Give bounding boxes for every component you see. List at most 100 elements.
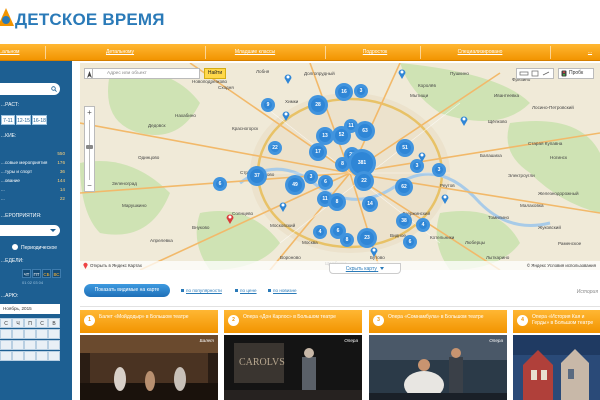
map-cluster[interactable]: 16: [335, 83, 353, 101]
map-cluster[interactable]: 9: [261, 98, 275, 112]
weekday-cell[interactable]: ЧТ: [22, 269, 31, 278]
sidebar-search-input[interactable]: [0, 83, 60, 95]
map-cluster[interactable]: 14: [362, 196, 378, 212]
nav-item-6[interactable]: ...: [578, 44, 600, 61]
map-cluster[interactable]: 8: [340, 233, 354, 247]
map-cluster[interactable]: 6: [318, 175, 333, 190]
category-item[interactable]: ...совые мероприятия 176: [1, 160, 67, 167]
event-type-select[interactable]: [0, 225, 60, 236]
map-cluster[interactable]: 11: [344, 119, 358, 133]
calendar-day[interactable]: [48, 329, 60, 339]
map-cluster[interactable]: 4: [416, 218, 430, 232]
map-cluster[interactable]: 8: [328, 193, 346, 211]
map-search-input[interactable]: Адрес или объект: [92, 68, 200, 79]
category-item[interactable]: ...туры и спорт 36: [1, 169, 67, 176]
map-cluster[interactable]: 49: [285, 175, 305, 195]
map-pin-icon[interactable]: [460, 115, 468, 126]
calendar-day[interactable]: [24, 329, 36, 339]
sort-by-popularity-link[interactable]: по популярности: [181, 288, 222, 293]
map-search-button[interactable]: Найти: [204, 68, 226, 79]
map-cluster[interactable]: 3: [354, 84, 368, 98]
nav-item-2[interactable]: Детальному: [90, 44, 150, 61]
sort-by-newest-link[interactable]: по новизне: [268, 288, 297, 293]
category-item[interactable]: ...ование 144: [1, 178, 67, 185]
calendar-day[interactable]: [24, 351, 36, 361]
calendar-day[interactable]: [0, 351, 12, 361]
calendar-day[interactable]: [0, 329, 12, 339]
events-map[interactable]: Долгопрудный Химки Мытищи Королёв Лобня …: [80, 63, 600, 270]
calendar-day[interactable]: [12, 351, 24, 361]
nav-item-5[interactable]: Специализировано: [450, 44, 510, 61]
event-card-title[interactable]: Опера «Сомнамбула» в Большом театре: [369, 310, 507, 333]
map-pin-icon[interactable]: [398, 68, 406, 79]
calendar-day[interactable]: [36, 329, 48, 339]
age-option-7-11[interactable]: 7-11: [1, 115, 15, 125]
map-cluster[interactable]: 22: [268, 141, 282, 155]
event-card-title[interactable]: Опера «Дон Карлос» в Большом театре: [224, 310, 362, 333]
category-item[interactable]: 550: [1, 151, 67, 158]
map-pin-icon[interactable]: [282, 110, 290, 121]
map-cluster[interactable]: 38: [396, 213, 412, 229]
map-pin-icon[interactable]: [441, 193, 449, 204]
map-cluster[interactable]: 6: [403, 235, 417, 249]
weekday-cell[interactable]: ПТ: [32, 269, 41, 278]
map-cluster[interactable]: 6: [213, 177, 227, 191]
map-cluster[interactable]: 4: [313, 225, 327, 239]
map-cluster[interactable]: 23: [357, 228, 377, 248]
show-visible-on-map-button[interactable]: Показать видимые на карте: [84, 284, 170, 297]
calendar-day[interactable]: [0, 340, 12, 350]
collapse-map-button[interactable]: Скрыть карту: [329, 263, 401, 274]
nav-item-3[interactable]: Младшие классы: [225, 44, 285, 61]
map-cluster[interactable]: 28: [308, 95, 328, 115]
map-pin-icon[interactable]: [418, 151, 426, 162]
event-card[interactable]: Опера «Сомнамбула» в Большом театре 3 Оп…: [369, 310, 507, 400]
zoom-out-button[interactable]: −: [85, 181, 94, 191]
map-cluster[interactable]: 3: [304, 170, 318, 184]
calendar-day[interactable]: [24, 340, 36, 350]
nav-item-1[interactable]: ...альном: [0, 44, 19, 61]
age-option-12-15[interactable]: 12-15: [16, 115, 31, 125]
weekday-cell[interactable]: ВС: [52, 269, 61, 278]
map-cluster[interactable]: 63: [355, 121, 375, 141]
event-card-image[interactable]: CAROLVS: [224, 335, 362, 400]
calendar-day[interactable]: [48, 340, 60, 350]
open-in-yandex-link[interactable]: Открыть в Яндекс Картах: [90, 261, 142, 270]
periodic-radio[interactable]: [12, 244, 18, 250]
map-copyright[interactable]: © Яндекс Условия использования: [527, 261, 596, 270]
weekday-cell[interactable]: СБ: [42, 269, 51, 278]
age-option-16-18[interactable]: 16-18: [32, 115, 47, 125]
calendar-day[interactable]: [12, 329, 24, 339]
category-item[interactable]: ... 22: [1, 196, 67, 203]
event-card-image[interactable]: [513, 335, 600, 400]
calendar-day[interactable]: [48, 351, 60, 361]
category-item[interactable]: ... 14: [1, 187, 67, 194]
map-cluster[interactable]: 17: [309, 143, 327, 161]
event-card[interactable]: Балет «Мойдодыр» в Большом театре 1 Бале…: [80, 310, 218, 400]
history-link[interactable]: История: [577, 289, 598, 295]
map-cluster[interactable]: 3: [432, 163, 446, 177]
calendar-day[interactable]: [36, 340, 48, 350]
event-card-image[interactable]: [369, 335, 507, 400]
map-pin-icon[interactable]: [370, 246, 378, 257]
event-card[interactable]: Опера «Дон Карлос» в Большом театре 2 CA…: [224, 310, 362, 400]
map-cluster[interactable]: 22: [354, 171, 374, 191]
event-card[interactable]: Опера «История Кая и Герды» в Большом те…: [513, 310, 600, 400]
map-pin-icon[interactable]: [226, 213, 234, 224]
map-pin-icon[interactable]: [279, 201, 287, 212]
logo-icon[interactable]: [0, 6, 16, 30]
zoom-in-button[interactable]: +: [85, 108, 94, 118]
sort-by-price-link[interactable]: по цене: [235, 288, 257, 293]
map-pin-icon[interactable]: [284, 73, 292, 84]
nav-item-4[interactable]: Подросток: [340, 44, 410, 61]
calendar-day[interactable]: [36, 351, 48, 361]
map-cluster[interactable]: 51: [396, 139, 414, 157]
map-cluster[interactable]: 37: [247, 166, 267, 186]
map-cluster[interactable]: 62: [395, 178, 413, 196]
map-tools[interactable]: [516, 68, 554, 79]
site-logo[interactable]: ДЕТСКОЕ ВРЕМЯ: [15, 10, 165, 30]
event-card-title[interactable]: Балет «Мойдодыр» в Большом театре: [80, 310, 218, 333]
month-select[interactable]: Ноябрь, 2015: [0, 304, 60, 314]
zoom-slider-handle[interactable]: [86, 145, 93, 149]
event-card-image[interactable]: [80, 335, 218, 400]
calendar-day[interactable]: [12, 340, 24, 350]
